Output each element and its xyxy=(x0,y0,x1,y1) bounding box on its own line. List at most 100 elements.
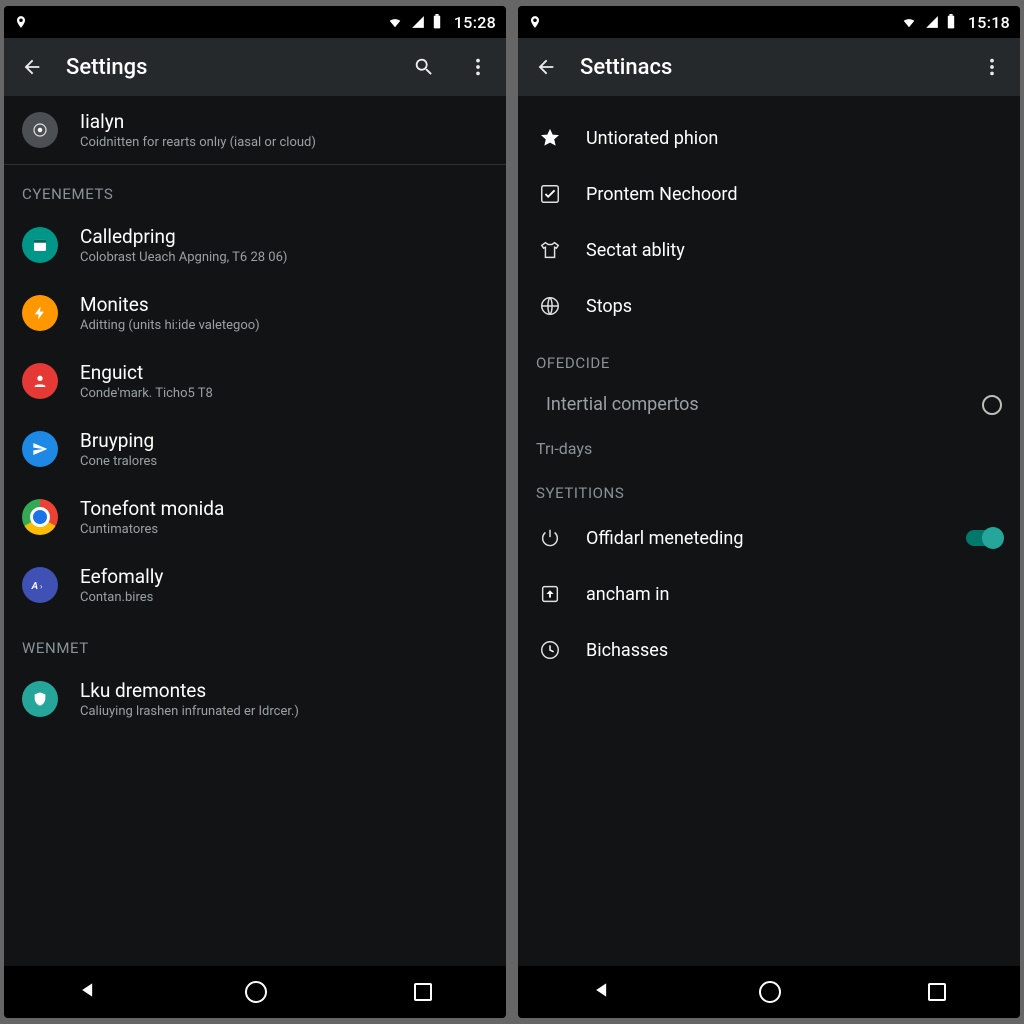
phone-right: 15:18 Settinacs Untiorated phion xyxy=(518,6,1020,1018)
nav-home[interactable] xyxy=(245,981,267,1003)
item-subtitle: Caliuying lrashen infrunated er Idrcer.) xyxy=(80,704,299,719)
checkbox-icon xyxy=(536,180,564,208)
item-title: Sectat ablity xyxy=(586,240,685,261)
nav-home[interactable] xyxy=(759,981,781,1003)
item-subtitle: Colobrast Ueach Apgning, T6 28 06) xyxy=(80,250,287,265)
search-button[interactable] xyxy=(404,47,444,87)
az-icon: A› xyxy=(22,567,58,603)
wifi-icon xyxy=(900,15,918,29)
item-title: Untiorated phion xyxy=(586,128,718,149)
settings-list: Iialyn Coidnitten for rearts onlıy (iasa… xyxy=(4,96,506,966)
list-item[interactable]: Offidarl meneteding xyxy=(518,510,1020,566)
item-subtitle: Cuntimatores xyxy=(80,522,224,537)
list-item[interactable]: Bruyping Cone tralores xyxy=(4,415,506,483)
list-item[interactable]: Sectat ablity xyxy=(518,222,1020,278)
list-item[interactable]: ancham in xyxy=(518,566,1020,622)
nav-recent[interactable] xyxy=(928,983,946,1001)
status-bar: 15:18 xyxy=(518,6,1020,38)
item-subtitle: Aditting (units hi:ide valetegoo) xyxy=(80,318,260,333)
more-vert-icon xyxy=(981,56,1003,78)
item-title: Monites xyxy=(80,293,260,316)
target-icon xyxy=(31,121,49,139)
location-icon xyxy=(14,13,28,31)
list-item[interactable]: Tonefont monida Cuntimatores xyxy=(4,483,506,551)
app-title: Settings xyxy=(66,55,390,80)
arrow-back-icon xyxy=(535,56,557,78)
nav-bar xyxy=(518,966,1020,1018)
boxed-arrow-icon xyxy=(536,580,564,608)
more-vert-icon xyxy=(467,56,489,78)
phone-left: 15:28 Settings Iialyn Coidnitte xyxy=(4,6,506,1018)
status-bar: 15:28 xyxy=(4,6,506,38)
status-time: 15:28 xyxy=(454,13,496,32)
battery-icon xyxy=(432,14,442,30)
item-title: Tonefont monida xyxy=(80,497,224,520)
chrome-icon xyxy=(22,499,58,535)
item-title: Eefomally xyxy=(80,565,163,588)
list-item[interactable]: Bichasses xyxy=(518,622,1020,678)
settings-list: Untiorated phion Prontem Nechoord Sectat… xyxy=(518,96,1020,966)
nav-back[interactable] xyxy=(78,980,98,1004)
list-item[interactable]: Monites Aditting (units hi:ide valetegoo… xyxy=(4,279,506,347)
globe-icon xyxy=(536,292,564,320)
clock-icon xyxy=(536,636,564,664)
item-subtitle: Conde'mark. Ticho5 T8 xyxy=(80,386,213,401)
preference-row[interactable]: Intertial compertos xyxy=(518,380,1020,429)
star-icon xyxy=(536,124,564,152)
back-button[interactable] xyxy=(12,47,52,87)
section-header: CYENEMETS xyxy=(4,165,506,211)
item-title: Prontem Nechoord xyxy=(586,184,738,205)
send-icon xyxy=(22,431,58,467)
battery-icon xyxy=(946,14,956,30)
nav-recent[interactable] xyxy=(414,983,432,1001)
bolt-icon xyxy=(22,295,58,331)
item-title: Stops xyxy=(586,296,632,317)
list-item[interactable]: A› Eefomally Contan.bires xyxy=(4,551,506,619)
more-button[interactable] xyxy=(972,47,1012,87)
location-icon xyxy=(528,13,542,31)
list-item[interactable]: Untiorated phion xyxy=(518,110,1020,166)
back-button[interactable] xyxy=(526,47,566,87)
item-title: Calledpring xyxy=(80,225,287,248)
app-title: Settinacs xyxy=(580,55,958,80)
section-header: WENMET xyxy=(4,619,506,665)
list-item[interactable]: Prontem Nechoord xyxy=(518,166,1020,222)
svg-text:A: A xyxy=(31,581,38,592)
nav-bar xyxy=(4,966,506,1018)
preference-label: Intertial compertos xyxy=(546,394,699,415)
item-title: Bichasses xyxy=(586,640,668,661)
person-icon xyxy=(22,363,58,399)
section-header: OFEDCIDE xyxy=(518,334,1020,380)
item-title: Enguict xyxy=(80,361,213,384)
app-bar: Settinacs xyxy=(518,38,1020,96)
shield-icon xyxy=(22,681,58,717)
item-title: Lku dremontes xyxy=(80,679,299,702)
hero-icon xyxy=(22,112,58,148)
signal-icon xyxy=(924,15,940,29)
item-title: Offidarl meneteding xyxy=(586,528,743,549)
radio-button[interactable] xyxy=(982,395,1002,415)
hero-subtitle: Coidnitten for rearts onlıy (iasal or cl… xyxy=(80,135,316,150)
app-bar: Settings xyxy=(4,38,506,96)
nav-back[interactable] xyxy=(592,980,612,1004)
more-button[interactable] xyxy=(458,47,498,87)
section-header: SYETITIONS xyxy=(518,464,1020,510)
item-subtitle: Cone tralores xyxy=(80,454,157,469)
signal-icon xyxy=(410,15,426,29)
list-item[interactable]: Lku dremontes Caliuying lrashen infrunat… xyxy=(4,665,506,733)
status-time: 15:18 xyxy=(968,13,1010,32)
search-icon xyxy=(413,56,435,78)
item-title: Bruyping xyxy=(80,429,157,452)
arrow-back-icon xyxy=(21,56,43,78)
power-icon xyxy=(536,524,564,552)
list-item[interactable]: Stops xyxy=(518,278,1020,334)
preference-row[interactable]: Trı-days xyxy=(518,429,1020,464)
calendar-icon xyxy=(22,227,58,263)
svg-text:›: › xyxy=(40,582,43,592)
hero-title: Iialyn xyxy=(80,110,316,133)
list-item[interactable]: Enguict Conde'mark. Ticho5 T8 xyxy=(4,347,506,415)
toggle-switch[interactable] xyxy=(966,530,1002,546)
item-subtitle: Contan.bires xyxy=(80,590,163,605)
hero-row[interactable]: Iialyn Coidnitten for rearts onlıy (iasa… xyxy=(4,96,506,164)
list-item[interactable]: Calledpring Colobrast Ueach Apgning, T6 … xyxy=(4,211,506,279)
